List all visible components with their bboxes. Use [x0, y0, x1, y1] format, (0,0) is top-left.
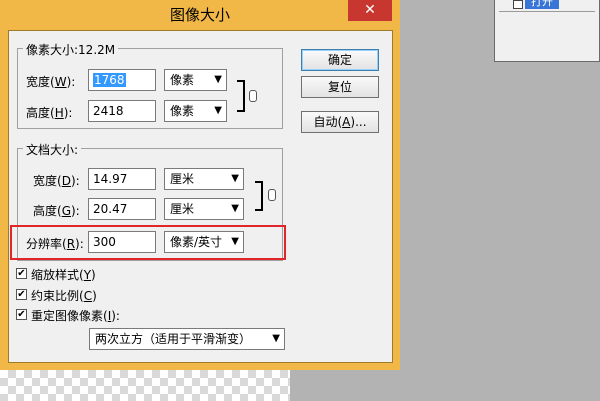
auto-button[interactable]: 自动(A)...	[301, 111, 379, 133]
reset-button[interactable]: 复位	[301, 76, 379, 98]
dialog-body: 像素大小:12.2M 宽度(W): 1768 像素 ▼ 高度(H): 2418 像…	[8, 30, 393, 363]
pixel-width-input[interactable]: 1768	[88, 69, 156, 91]
chevron-down-icon: ▼	[231, 173, 239, 184]
resample-method-select[interactable]: 两次立方（适用于平滑渐变） ▼	[89, 328, 285, 350]
resolution-highlight-box	[10, 225, 286, 260]
chevron-down-icon: ▼	[272, 333, 280, 344]
doc-width-input[interactable]: 14.97	[88, 168, 156, 190]
transparency-canvas	[0, 370, 290, 401]
link-icon	[268, 189, 276, 201]
chevron-down-icon: ▼	[231, 203, 239, 214]
chevron-down-icon: ▼	[214, 105, 222, 116]
title-bar[interactable]: 图像大小 ✕	[0, 0, 400, 30]
constrain-proportions-label: 约束比例(C)	[31, 289, 97, 303]
pixel-height-label: 高度(H):	[26, 106, 73, 120]
layer-row[interactable]: 打开	[499, 0, 595, 12]
layers-panel: 打开	[494, 0, 600, 62]
pixel-dimensions-legend: 像素大小:12.2M	[23, 41, 119, 58]
layer-label: 打开	[525, 0, 559, 9]
doc-width-unit-select[interactable]: 厘米 ▼	[164, 168, 244, 190]
doc-height-unit-select[interactable]: 厘米 ▼	[164, 198, 244, 220]
close-button[interactable]: ✕	[348, 0, 392, 21]
resample-checkbox[interactable]: ✔	[16, 309, 27, 320]
scale-styles-label: 缩放样式(Y)	[31, 268, 96, 282]
ok-button[interactable]: 确定	[301, 49, 379, 71]
close-icon: ✕	[364, 2, 376, 18]
doc-height-input[interactable]: 20.47	[88, 198, 156, 220]
constrain-bracket	[237, 80, 245, 112]
pixel-height-unit-select[interactable]: 像素 ▼	[164, 100, 227, 122]
constrain-bracket	[255, 181, 263, 211]
dialog-title: 图像大小	[169, 6, 230, 24]
chevron-down-icon: ▼	[214, 74, 222, 85]
constrain-proportions-checkbox[interactable]: ✔	[16, 289, 27, 300]
link-icon	[249, 90, 257, 102]
pixel-height-input[interactable]: 2418	[88, 100, 156, 122]
document-size-legend: 文档大小:	[23, 141, 82, 158]
pixel-width-label: 宽度(W):	[26, 75, 76, 89]
doc-height-label: 高度(G):	[33, 204, 80, 218]
scale-styles-checkbox[interactable]: ✔	[16, 268, 27, 279]
pixel-width-unit-select[interactable]: 像素 ▼	[164, 69, 227, 91]
eye-icon[interactable]	[513, 0, 523, 9]
resample-label: 重定图像像素(I):	[31, 309, 120, 323]
doc-width-label: 宽度(D):	[33, 174, 80, 188]
image-size-dialog: 图像大小 ✕ 像素大小:12.2M 宽度(W): 1768 像素 ▼ 高度(H):…	[0, 0, 400, 370]
